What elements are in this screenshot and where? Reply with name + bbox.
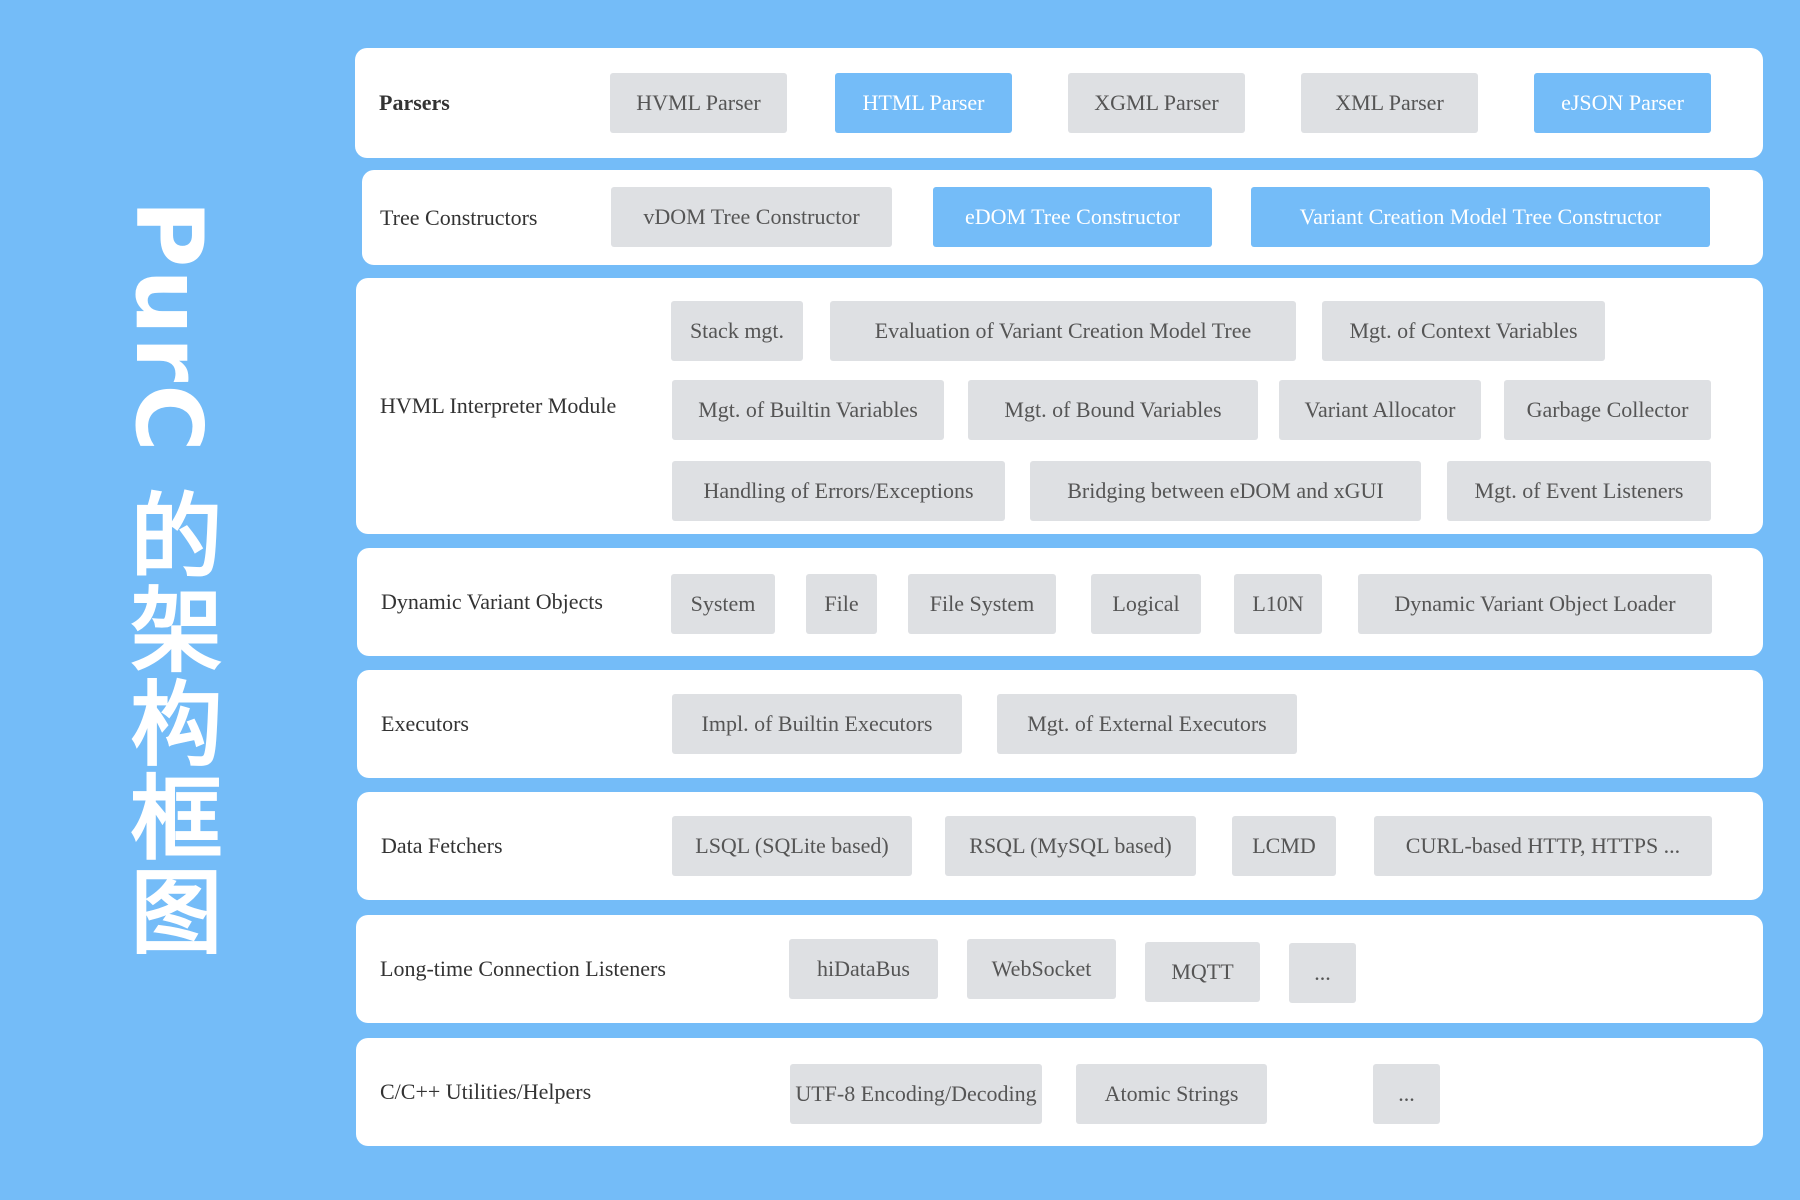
chip-lcmd: LCMD	[1232, 816, 1336, 876]
chip-variant-allocator: Variant Allocator	[1279, 380, 1481, 440]
chip-errors-exceptions: Handling of Errors/Exceptions	[672, 461, 1005, 521]
layer-label-utilities: C/C++ Utilities/Helpers	[380, 1079, 592, 1104]
layer-label-interpreter: HVML Interpreter Module	[380, 393, 617, 418]
chip-utf8: UTF-8 Encoding/Decoding	[790, 1064, 1042, 1124]
chip-bridging-edom-xgui: Bridging between eDOM and xGUI	[1030, 461, 1421, 521]
chip-lsql: LSQL (SQLite based)	[672, 816, 912, 876]
chip-builtin-executors: Impl. of Builtin Executors	[672, 694, 962, 754]
layer-label-dvobjs: Dynamic Variant Objects	[381, 589, 603, 614]
layer-utilities: C/C++ Utilities/Helpers UTF-8 Encoding/D…	[356, 1038, 1763, 1146]
chip-xgml-parser: XGML Parser	[1068, 73, 1245, 133]
chip-listeners-more: ...	[1289, 943, 1356, 1003]
chip-vcm-tree-constructor: Variant Creation Model Tree Constructor	[1251, 187, 1710, 247]
chip-mqtt: MQTT	[1145, 942, 1260, 1002]
layer-executors: Executors Impl. of Builtin Executors Mgt…	[357, 670, 1763, 778]
layer-connection-listeners: Long-time Connection Listeners hiDataBus…	[356, 915, 1763, 1023]
layer-tree-constructors: Tree Constructors vDOM Tree Constructor …	[362, 170, 1763, 265]
diagram-title: PurC 的架构框图	[115, 200, 222, 958]
layer-label-listeners: Long-time Connection Listeners	[380, 956, 666, 981]
chip-utils-more: ...	[1373, 1064, 1440, 1124]
chip-builtin-variables: Mgt. of Builtin Variables	[672, 380, 944, 440]
chip-curl-http: CURL-based HTTP, HTTPS ...	[1374, 816, 1712, 876]
layer-label-parsers: Parsers	[379, 90, 450, 115]
layer-parsers: Parsers HVML Parser HTML Parser XGML Par…	[355, 48, 1763, 158]
chip-ejson-parser: eJSON Parser	[1534, 73, 1711, 133]
chip-l10n: L10N	[1234, 574, 1322, 634]
chip-xml-parser: XML Parser	[1301, 73, 1478, 133]
chip-system: System	[671, 574, 775, 634]
chip-vdom-tree-constructor: vDOM Tree Constructor	[611, 187, 892, 247]
chip-logical: Logical	[1091, 574, 1201, 634]
layer-label-executors: Executors	[381, 711, 469, 736]
chip-garbage-collector: Garbage Collector	[1504, 380, 1711, 440]
layer-label-tree-constructors: Tree Constructors	[380, 204, 538, 230]
chip-bound-variables: Mgt. of Bound Variables	[968, 380, 1258, 440]
chip-evaluation-vcm-tree: Evaluation of Variant Creation Model Tre…	[830, 301, 1296, 361]
chip-websocket: WebSocket	[967, 939, 1116, 999]
chip-edom-tree-constructor: eDOM Tree Constructor	[933, 187, 1212, 247]
chip-stack-mgt: Stack mgt.	[671, 301, 803, 361]
chip-external-executors: Mgt. of External Executors	[997, 694, 1297, 754]
chip-rsql: RSQL (MySQL based)	[945, 816, 1196, 876]
layer-label-data-fetchers: Data Fetchers	[381, 833, 503, 858]
chip-atomic-strings: Atomic Strings	[1076, 1064, 1267, 1124]
chip-file-system: File System	[908, 574, 1056, 634]
chip-html-parser: HTML Parser	[835, 73, 1012, 133]
chip-file: File	[806, 574, 877, 634]
chip-event-listeners: Mgt. of Event Listeners	[1447, 461, 1711, 521]
chip-hidatabus: hiDataBus	[789, 939, 938, 999]
chip-context-variables: Mgt. of Context Variables	[1322, 301, 1605, 361]
chip-dvobj-loader: Dynamic Variant Object Loader	[1358, 574, 1712, 634]
layer-dynamic-variant-objects: Dynamic Variant Objects System File File…	[357, 548, 1763, 656]
layer-interpreter: HVML Interpreter Module Stack mgt. Evalu…	[356, 278, 1763, 534]
chip-hvml-parser: HVML Parser	[610, 73, 787, 133]
layer-data-fetchers: Data Fetchers LSQL (SQLite based) RSQL (…	[357, 792, 1763, 900]
